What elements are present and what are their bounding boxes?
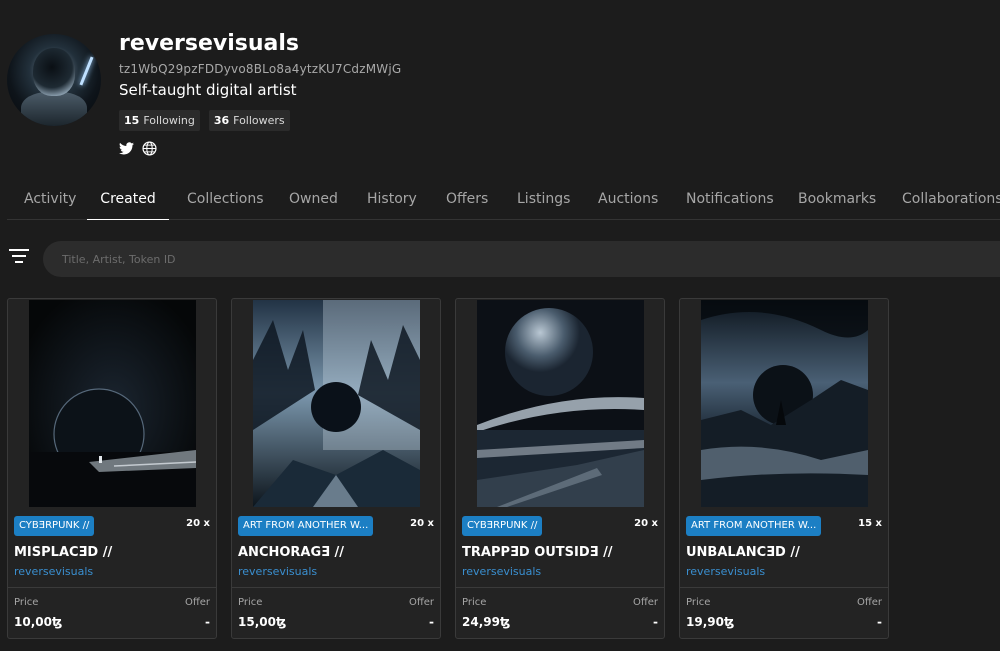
editions-count: 20 x bbox=[186, 518, 210, 529]
token-card[interactable]: ART FROM ANOTHER W... 15 x UNBALANCƎD //… bbox=[679, 298, 889, 639]
filter-icon[interactable] bbox=[9, 248, 31, 266]
offer-label: Offer bbox=[408, 597, 434, 608]
creator-link[interactable]: reversevisuals bbox=[686, 565, 765, 578]
editions-count: 20 x bbox=[634, 518, 658, 529]
followers-label: Followers bbox=[233, 114, 285, 127]
creator-link[interactable]: reversevisuals bbox=[14, 565, 93, 578]
creator-link[interactable]: reversevisuals bbox=[238, 565, 317, 578]
offer-value: - bbox=[205, 615, 210, 629]
collection-tag[interactable]: ART FROM ANOTHER W... bbox=[686, 516, 822, 536]
editions-count: 15 x bbox=[858, 518, 882, 529]
editions-count: 20 x bbox=[410, 518, 434, 529]
offer-value: - bbox=[877, 615, 882, 629]
artwork-image[interactable] bbox=[29, 300, 196, 507]
followers-button[interactable]: 36 Followers bbox=[208, 110, 290, 131]
profile-tabs: Activity Created Collections Owned Histo… bbox=[7, 180, 1000, 220]
price-label: Price bbox=[238, 597, 263, 608]
price-value: 24,99ꜩ bbox=[462, 615, 511, 629]
globe-icon[interactable] bbox=[142, 141, 157, 156]
token-card[interactable]: CYBƎRPUNK // 20 x TRAPPƎD OUTSIDƎ // rev… bbox=[455, 298, 665, 639]
price-label: Price bbox=[686, 597, 711, 608]
profile-username: reversevisuals bbox=[119, 31, 300, 56]
search-input[interactable] bbox=[43, 241, 1000, 277]
tab-collaborations[interactable]: Collaborations bbox=[902, 180, 1000, 220]
offer-value: - bbox=[429, 615, 434, 629]
search-bar bbox=[43, 241, 1000, 277]
token-title[interactable]: UNBALANCƎD // bbox=[686, 545, 800, 560]
tab-created[interactable]: Created bbox=[87, 180, 169, 220]
offer-label: Offer bbox=[184, 597, 210, 608]
tab-auctions[interactable]: Auctions bbox=[598, 180, 658, 220]
avatar[interactable] bbox=[7, 34, 101, 126]
artwork-image[interactable] bbox=[477, 300, 644, 507]
token-title[interactable]: MISPLACƎD // bbox=[14, 545, 112, 560]
collection-tag[interactable]: ART FROM ANOTHER W... bbox=[238, 516, 374, 536]
token-card[interactable]: ART FROM ANOTHER W... 20 x ANCHORAGƎ // … bbox=[231, 298, 441, 639]
tab-bookmarks[interactable]: Bookmarks bbox=[798, 180, 876, 220]
collection-tag[interactable]: CYBƎRPUNK // bbox=[14, 516, 95, 536]
artwork-image[interactable] bbox=[253, 300, 420, 507]
token-title[interactable]: TRAPPƎD OUTSIDƎ // bbox=[462, 545, 613, 560]
following-label: Following bbox=[143, 114, 195, 127]
token-card[interactable]: CYBƎRPUNK // 20 x MISPLACƎD // reversevi… bbox=[7, 298, 217, 639]
offer-value: - bbox=[653, 615, 658, 629]
wallet-address[interactable]: tz1WbQ29pzFDDyvo8BLo8a4ytzKU7CdzMWjG bbox=[119, 62, 401, 76]
price-value: 15,00ꜩ bbox=[238, 615, 287, 629]
creator-link[interactable]: reversevisuals bbox=[462, 565, 541, 578]
tab-collections[interactable]: Collections bbox=[187, 180, 264, 220]
artwork-image[interactable] bbox=[701, 300, 868, 507]
price-value: 10,00ꜩ bbox=[14, 615, 63, 629]
following-button[interactable]: 15 Following bbox=[119, 110, 200, 131]
offer-label: Offer bbox=[856, 597, 882, 608]
price-label: Price bbox=[462, 597, 487, 608]
collection-tag[interactable]: CYBƎRPUNK // bbox=[462, 516, 543, 536]
price-value: 19,90ꜩ bbox=[686, 615, 735, 629]
token-title[interactable]: ANCHORAGƎ // bbox=[238, 545, 344, 560]
tab-activity[interactable]: Activity bbox=[24, 180, 76, 220]
followers-count: 36 bbox=[213, 114, 230, 127]
tab-owned[interactable]: Owned bbox=[289, 180, 338, 220]
tab-listings[interactable]: Listings bbox=[517, 180, 570, 220]
twitter-icon[interactable] bbox=[119, 142, 134, 155]
following-count: 15 bbox=[124, 114, 140, 127]
tab-notifications[interactable]: Notifications bbox=[686, 180, 774, 220]
profile-bio: Self-taught digital artist bbox=[119, 81, 297, 99]
price-label: Price bbox=[14, 597, 39, 608]
tab-offers[interactable]: Offers bbox=[446, 180, 488, 220]
tab-history[interactable]: History bbox=[367, 180, 417, 220]
offer-label: Offer bbox=[632, 597, 658, 608]
